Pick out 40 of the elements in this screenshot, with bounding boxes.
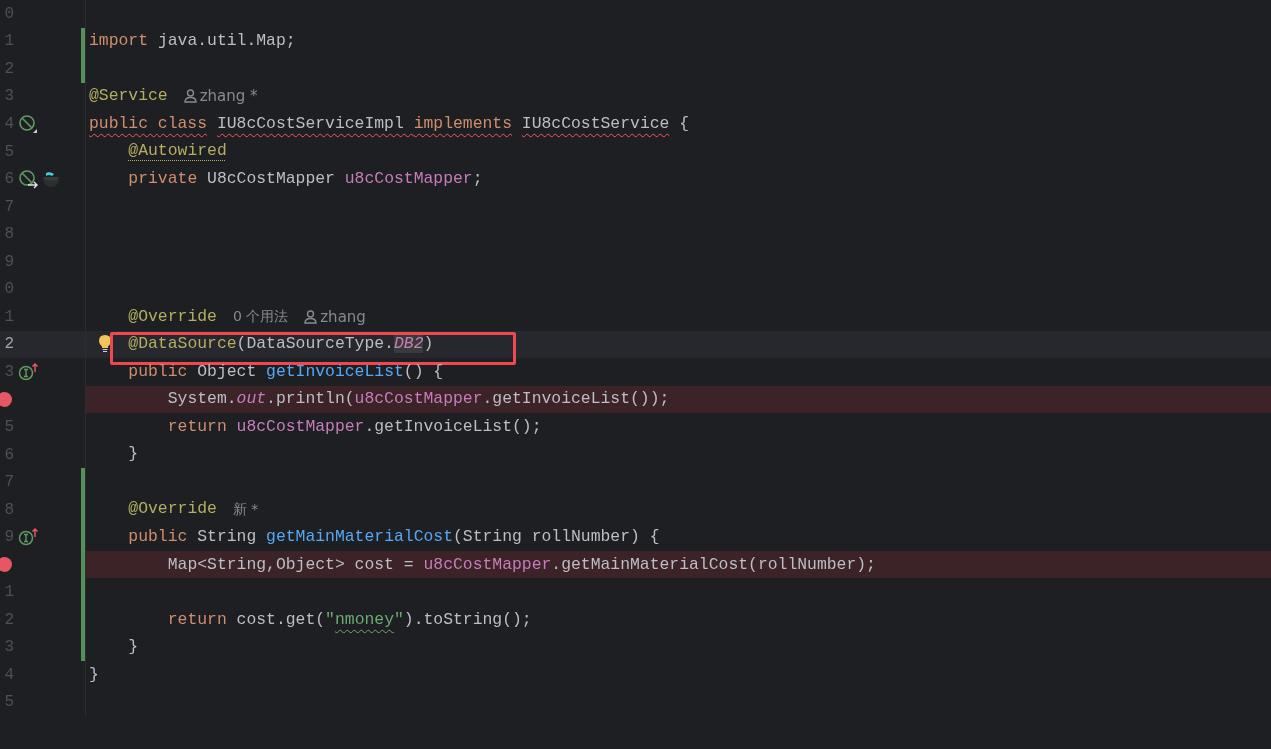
code-text: public String getMainMaterialCost(String rollNumber) { xyxy=(127,528,660,546)
line-number: 2 xyxy=(4,336,14,353)
implements-icon[interactable] xyxy=(18,527,40,548)
user-icon xyxy=(304,309,318,324)
author-name: zhang * xyxy=(199,86,258,108)
change-marker[interactable] xyxy=(81,55,85,83)
code-text: public Object getInvoiceList() { xyxy=(127,363,444,381)
change-marker[interactable] xyxy=(81,495,85,524)
code-text: return u8cCostMapper.getInvoiceList(); xyxy=(166,418,542,436)
author-hint[interactable]: zhang xyxy=(304,305,366,329)
code-text: } xyxy=(127,639,139,656)
code-text: return cost.get("nmoney").toString(); xyxy=(166,611,532,628)
author-hint[interactable]: zhang * xyxy=(183,85,258,108)
code-text: @Override xyxy=(127,308,217,325)
change-marker[interactable] xyxy=(81,523,85,551)
code-text: } xyxy=(127,446,139,463)
user-icon xyxy=(183,89,197,104)
inlay-hint[interactable]: 0 个用法 xyxy=(232,306,289,328)
change-marker[interactable] xyxy=(81,606,85,634)
code-text: @Override xyxy=(127,501,217,518)
author-name: zhang xyxy=(320,306,366,328)
change-marker[interactable] xyxy=(81,468,85,496)
change-marker[interactable] xyxy=(81,578,85,607)
code-text: @Service xyxy=(89,88,168,105)
code-text: } xyxy=(89,666,99,684)
code-text: public class IU8cCostServiceImpl implements IU8cCostService { xyxy=(89,115,690,133)
bean-icon[interactable] xyxy=(18,113,38,134)
change-marker[interactable] xyxy=(81,27,85,56)
autowired-icon[interactable] xyxy=(18,169,40,190)
change-marker[interactable] xyxy=(81,633,85,662)
bean-pot-icon[interactable] xyxy=(41,170,61,189)
code-text: private U8cCostMapper u8cCostMapper; xyxy=(127,170,483,188)
inlay-hint[interactable]: 新 * xyxy=(232,499,259,521)
code-text: System.out.println(u8cCostMapper.getInvoiceList()); xyxy=(166,391,670,408)
code-text: import java.util.Map; xyxy=(89,33,296,50)
code-text: @Autowired xyxy=(127,143,227,160)
lightbulb-icon[interactable] xyxy=(98,333,112,354)
code-text: Map<String,Object> cost = u8cCostMapper.getMainMaterialCost(rollNumber); xyxy=(166,556,876,573)
change-marker[interactable] xyxy=(81,550,85,579)
implements-icon[interactable] xyxy=(18,361,40,382)
